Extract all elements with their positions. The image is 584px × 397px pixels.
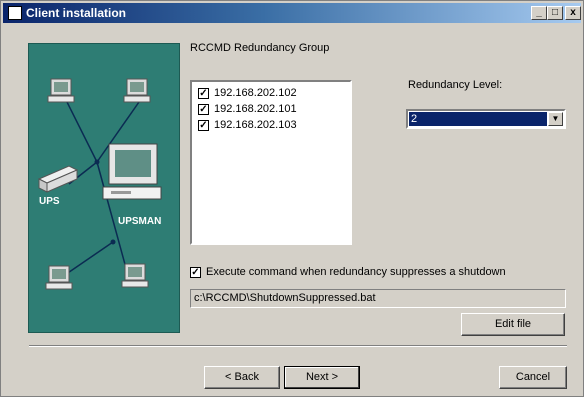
execute-checkbox[interactable]: ✓ [190, 266, 201, 278]
ip-address: 192.168.202.102 [214, 87, 297, 99]
installer-window: Client installation _ □ x UPS UPSMAN RCC… [0, 0, 584, 397]
computer-icon [47, 78, 75, 103]
checkbox[interactable]: ✓ [198, 119, 209, 131]
edit-file-button[interactable]: Edit file [461, 313, 565, 336]
upsman-label: UPSMAN [118, 216, 162, 227]
window-title: Client installation [26, 6, 127, 20]
title-bar[interactable]: Client installation _ □ x [3, 3, 581, 23]
computer-icon [45, 265, 73, 290]
upsman-computer-icon [102, 143, 162, 200]
redundancy-level-select[interactable]: 2 ▼ [406, 109, 566, 129]
list-item[interactable]: ✓ 192.168.202.102 [198, 85, 297, 101]
command-path-field[interactable]: c:\RCCMD\ShutdownSuppressed.bat [190, 289, 566, 308]
checkbox[interactable]: ✓ [198, 103, 209, 115]
app-icon [8, 6, 22, 20]
divider [29, 345, 567, 347]
network-diagram-art [37, 78, 162, 290]
network-diagram: UPS UPSMAN [28, 43, 180, 333]
maximize-button[interactable]: □ [547, 6, 563, 20]
checkbox[interactable]: ✓ [198, 87, 209, 99]
redundancy-group-list[interactable]: ✓ 192.168.202.102 ✓ 192.168.202.101 ✓ 19… [190, 80, 352, 245]
computer-icon [121, 263, 149, 288]
computer-icon [123, 78, 151, 103]
redundancy-group-label: RCCMD Redundancy Group [190, 42, 330, 54]
execute-label: Execute command when redundancy suppress… [206, 266, 506, 278]
ups-icon [37, 165, 79, 193]
execute-command-option[interactable]: ✓ Execute command when redundancy suppre… [190, 266, 506, 278]
list-item[interactable]: ✓ 192.168.202.103 [198, 117, 297, 133]
ip-address: 192.168.202.103 [214, 119, 297, 131]
ip-address: 192.168.202.101 [214, 103, 297, 115]
cancel-button[interactable]: Cancel [499, 366, 567, 389]
minimize-button[interactable]: _ [531, 6, 547, 20]
redundancy-level-value: 2 [409, 112, 547, 126]
list-item[interactable]: ✓ 192.168.202.101 [198, 101, 297, 117]
close-button[interactable]: x [565, 6, 581, 20]
chevron-down-icon[interactable]: ▼ [548, 112, 563, 126]
ups-label: UPS [39, 196, 60, 207]
redundancy-level-label: Redundancy Level: [408, 79, 503, 91]
back-button[interactable]: < Back [204, 366, 280, 389]
next-button[interactable]: Next > [284, 366, 360, 389]
